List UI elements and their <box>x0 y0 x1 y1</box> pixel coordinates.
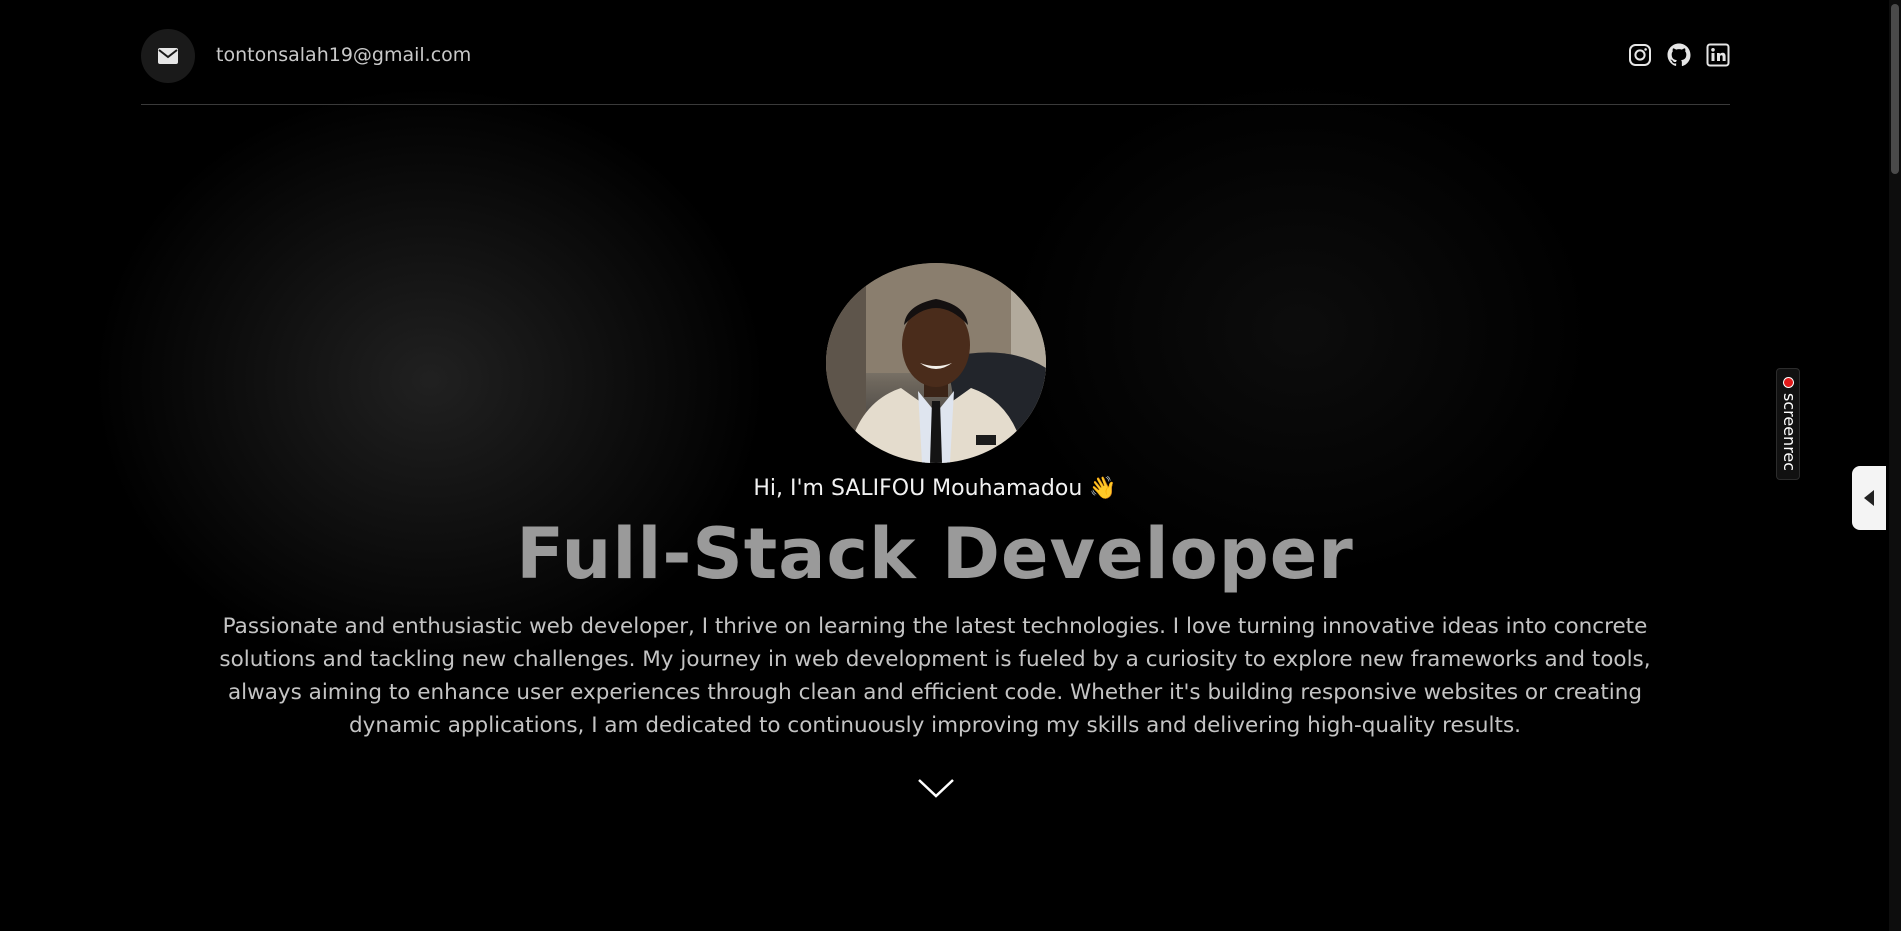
email-button[interactable] <box>141 29 195 83</box>
intro-description: Passionate and enthusiastic web develope… <box>219 614 1651 738</box>
linkedin-icon[interactable] <box>1706 43 1730 67</box>
screen-recorder-widget[interactable]: screenrec <box>1776 368 1800 480</box>
page-title: Full-Stack Developer <box>516 513 1354 595</box>
caret-left-icon <box>1864 490 1874 506</box>
envelope-icon <box>158 48 178 64</box>
portfolio-page: tontonsalah19@gmail.com Hi, I'm SALIFOU … <box>0 0 1901 931</box>
screen-recorder-label: screenrec <box>1780 393 1799 472</box>
github-icon[interactable] <box>1667 43 1691 67</box>
chevron-down-icon[interactable] <box>916 776 956 800</box>
greeting-text: Hi, I'm SALIFOU Mouhamadou 👋 <box>753 476 1117 501</box>
email-address[interactable]: tontonsalah19@gmail.com <box>216 44 471 66</box>
scrollbar[interactable] <box>1889 0 1901 931</box>
profile-avatar <box>826 263 1046 463</box>
social-links <box>1628 43 1730 67</box>
record-dot-icon <box>1783 377 1794 388</box>
instagram-icon[interactable] <box>1628 43 1652 67</box>
scrollbar-thumb[interactable] <box>1891 4 1899 174</box>
side-panel-toggle[interactable] <box>1852 466 1886 530</box>
top-bar: tontonsalah19@gmail.com <box>141 29 1730 105</box>
